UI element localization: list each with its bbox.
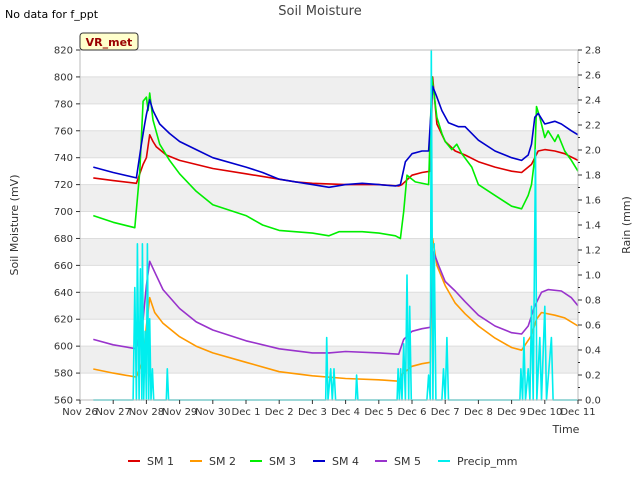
y2-tick-label: 1.8: [585, 171, 601, 182]
y-axis-ticks: 560 580 600 620 640 660 680 700 720 740 760 780 800 8…: [54, 46, 80, 407]
x-tick-label: Dec 1: [232, 407, 261, 418]
y-tick-label: 740: [54, 153, 73, 164]
x-tick-label: Dec 7: [431, 407, 460, 418]
y-tick-label: 800: [54, 72, 73, 83]
y2-tick-label: 1.2: [585, 246, 601, 257]
site-label-badge: VR_met: [79, 32, 139, 51]
x-tick-label: Nov 29: [162, 407, 197, 418]
y-tick-label: 660: [54, 261, 73, 272]
y-tick-label: 600: [54, 342, 73, 353]
legend-label: SM 2: [209, 455, 236, 468]
x-axis-ticks: Nov 26Nov 27Nov 28Nov 29Nov 30 Dec 1 Dec 2…: [62, 400, 596, 418]
x-axis-label: Time: [552, 423, 580, 436]
x-tick-label: Dec 5: [364, 407, 393, 418]
y2-tick-label: 0.0: [585, 396, 601, 407]
legend-label: SM 5: [394, 455, 421, 468]
legend: SM 1 SM 2 SM 3 SM 4 SM 5 Precip_mm: [128, 455, 518, 468]
grid-band: [80, 76, 578, 104]
legend-label: SM 4: [332, 455, 359, 468]
legend-label: Precip_mm: [457, 455, 518, 468]
x-tick-label: Dec 3: [298, 407, 327, 418]
y2-tick-label: 0.6: [585, 321, 601, 332]
y2-tick-label: 1.4: [585, 221, 601, 232]
y-tick-label: 720: [54, 180, 73, 191]
y-tick-label: 560: [54, 396, 73, 407]
y2-tick-label: 0.8: [585, 296, 601, 307]
y-tick-label: 760: [54, 126, 73, 137]
y-axis-label: Soil Moisture (mV): [8, 175, 21, 276]
y2-tick-label: 2.0: [585, 146, 601, 157]
site-label: VR_met: [86, 36, 133, 49]
y2-axis-ticks: 0.0 0.2 0.4 0.6 0.8 1.0 1.2 1.4 1.6 1.8 2.0 2.2 2.4 2…: [578, 46, 601, 407]
x-tick-label: Dec 10: [527, 407, 562, 418]
y2-tick-label: 2.6: [585, 71, 601, 82]
x-tick-label: Nov 28: [129, 407, 164, 418]
x-tick-label: Dec 2: [265, 407, 294, 418]
legend-label: SM 1: [147, 455, 174, 468]
x-tick-label: Dec 6: [398, 407, 427, 418]
y2-tick-label: 2.2: [585, 121, 601, 132]
x-tick-label: Nov 26: [62, 407, 97, 418]
y-tick-label: 700: [54, 207, 73, 218]
grid-band: [80, 238, 578, 266]
x-tick-label: Dec 11: [560, 407, 595, 418]
y2-tick-label: 1.0: [585, 271, 601, 282]
x-tick-label: Dec 8: [464, 407, 493, 418]
legend-label: SM 3: [269, 455, 296, 468]
y2-axis-label: Rain (mm): [620, 196, 633, 254]
y-tick-label: 580: [54, 369, 73, 380]
grid-band: [80, 346, 578, 374]
chart-title: Soil Moisture: [278, 4, 362, 19]
x-tick-label: Nov 30: [195, 407, 230, 418]
top-note: No data for f_ppt: [5, 8, 99, 21]
x-tick-label: Dec 4: [331, 407, 360, 418]
grid-band: [80, 292, 578, 320]
x-tick-label: Nov 27: [95, 407, 130, 418]
y2-tick-label: 0.4: [585, 346, 601, 357]
x-tick-label: Dec 9: [497, 407, 526, 418]
y-tick-label: 680: [54, 234, 73, 245]
y2-tick-label: 2.4: [585, 96, 601, 107]
grid-band: [80, 184, 578, 212]
soil-moisture-chart: Nov 26Nov 27Nov 28Nov 29Nov 30 Dec 1 Dec 2…: [5, 4, 633, 468]
y-tick-label: 780: [54, 99, 73, 110]
y2-tick-label: 2.8: [585, 46, 601, 57]
y2-tick-label: 0.2: [585, 371, 601, 382]
y2-tick-label: 1.6: [585, 196, 601, 207]
y-tick-label: 620: [54, 315, 73, 326]
y-tick-label: 820: [54, 46, 73, 57]
y-tick-label: 640: [54, 288, 73, 299]
